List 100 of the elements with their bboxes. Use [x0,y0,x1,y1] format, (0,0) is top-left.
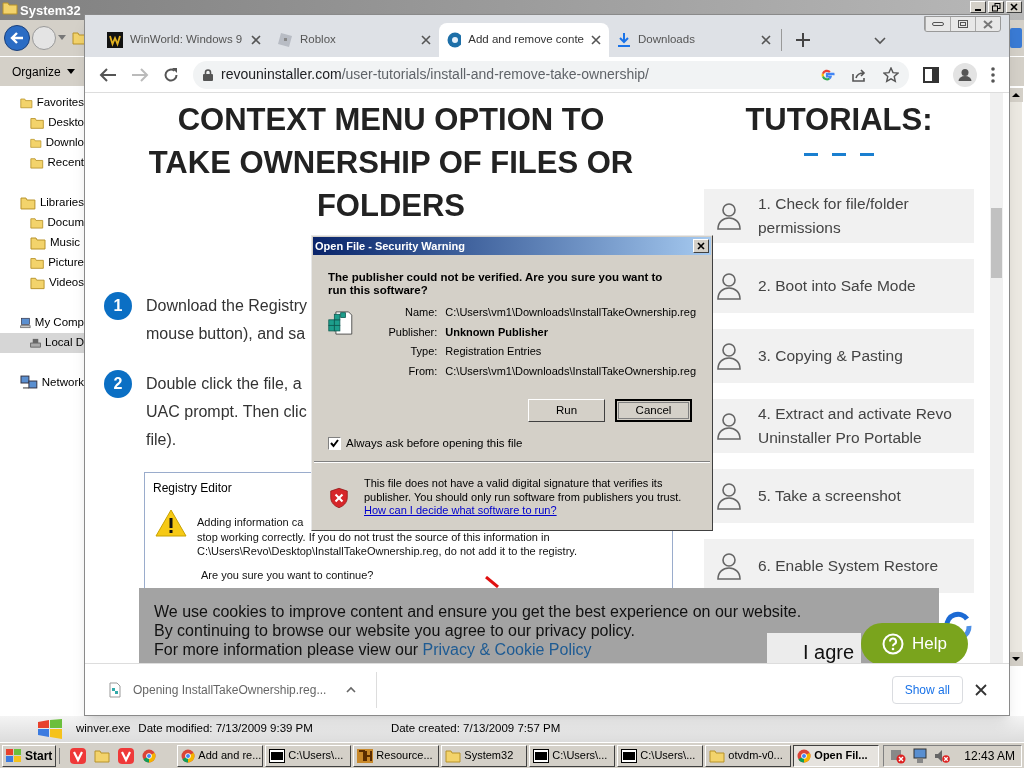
file-detail: Date created: 7/13/2009 7:57 PM [390,721,561,737]
folder-icon [30,116,45,130]
avatar-icon[interactable] [953,62,977,87]
taskbar-button[interactable]: Add and re... [177,744,264,767]
download-icon [617,32,631,48]
close-icon[interactable] [975,683,987,696]
agree-button[interactable]: I agre [767,633,861,663]
dialog-button[interactable]: Cancel [615,399,692,422]
tree-item[interactable]: Music [0,233,84,253]
step-number: 2 [104,370,132,398]
close-icon[interactable] [761,35,771,45]
site-logo-icon [447,32,462,48]
back-arrow-icon [10,32,24,44]
star-icon[interactable] [883,66,899,83]
taskbar-button[interactable]: System32 [441,744,528,767]
close-icon[interactable] [421,35,431,45]
address-bar[interactable]: revouninstaller.com/user-tutorials/install-and-remove-take-ownership/ [193,60,909,89]
restore-button[interactable] [988,1,1004,13]
back-button[interactable] [4,25,30,51]
chevron-up-icon[interactable] [346,686,357,693]
browser-icon[interactable] [118,747,135,764]
dialog-question: The publisher could not be verified. Are you sure you want to run this software? [328,271,664,297]
folder-icon [30,276,46,290]
folder-icon [30,236,46,250]
browser-tab[interactable]: Downloads [609,23,779,57]
article-heading: TAKE OWNERSHIP OF FILES OR [148,144,634,182]
file-icon [107,681,123,698]
close-icon [983,19,993,29]
windows-logo-icon [36,719,64,739]
share-icon[interactable] [851,66,867,83]
browser-icon[interactable] [70,747,87,764]
person-icon [716,552,742,580]
computer-icon [20,315,31,331]
tutorial-link[interactable]: 6. Enable System Restore [704,539,974,593]
site-logo-icon [277,32,293,48]
back-arrow-icon[interactable] [99,67,117,82]
start-button[interactable]: Start [2,744,57,767]
site-logo-icon [107,32,123,48]
tree-item[interactable]: Libraries [0,193,84,213]
field-label: Publisher: [387,324,438,340]
taskbar-button[interactable]: C:\Users\... [265,744,352,767]
dialog-button[interactable]: Run [528,399,605,422]
field-value: Registration Entries [445,344,543,359]
side-panel-icon[interactable] [923,66,939,83]
taskbar-button[interactable]: Resource... [353,744,440,767]
show-all-button[interactable]: Show all [891,675,963,704]
monitor-icon[interactable] [912,747,929,764]
close-icon[interactable] [251,35,261,45]
help-link[interactable]: How can I decide what software to run? [364,504,694,518]
file-name: winver.exe [76,721,131,737]
reload-icon[interactable] [163,66,179,83]
chrome-logo-icon [797,748,812,763]
folder-icon [30,256,45,270]
tree-item[interactable]: Videos [0,273,84,293]
dialog-title: Registry Editor [153,480,232,497]
folder-icon [30,136,42,150]
sidebar-heading: TUTORIALS: [745,101,933,139]
tree-item[interactable]: Local D [0,333,84,353]
browser-tab[interactable]: Add and remove conte [439,23,609,57]
folder-icon [30,156,44,170]
organize-menu[interactable]: Organize [12,62,75,81]
chevron-down-icon[interactable] [874,37,886,45]
clock: 12:43 AM [964,747,1015,765]
step-text: UAC prompt. Then clic [146,402,307,422]
tree-item[interactable]: Downlo [0,133,84,153]
taskbar-button[interactable]: C:\Users\... [617,744,704,767]
folder-icon [709,748,726,763]
tree-item[interactable]: Docum [0,213,84,233]
folder-icon [20,96,33,110]
step-text: Double click the file, a [146,374,303,394]
article-heading: CONTEXT MENU OPTION TO [177,101,605,139]
chrome-logo-icon [181,748,196,763]
taskbar-button[interactable]: Open Fil... [793,744,880,767]
download-item[interactable]: Opening InstallTakeOwnership.reg... [107,671,377,708]
dialog-message-line: C:\Users\Revo\Desktop\InstallTakeOwnership.reg, do not add it to the registry. [197,544,578,559]
chrome-logo-icon[interactable] [142,748,157,763]
caret-icon [66,69,75,74]
taskbar-button[interactable]: otvdm-v0... [705,744,792,767]
new-tab-icon[interactable] [796,33,810,47]
person-icon [716,482,742,510]
tree-item[interactable]: Network [0,373,84,393]
tree-item[interactable]: Favorites [0,93,84,113]
dropdown-icon[interactable] [58,35,66,41]
scrollbar[interactable] [990,93,1003,663]
tree-item[interactable]: Deskto [0,113,84,133]
folder-icon [20,196,36,210]
tree-item[interactable]: Recent [0,153,84,173]
tree-item[interactable]: Picture [0,253,84,273]
close-icon[interactable] [591,35,601,45]
network-error-icon[interactable] [890,747,907,764]
browser-tab[interactable]: Roblox [269,23,439,57]
taskbar-button[interactable]: C:\Users\... [529,744,616,767]
menu-icon[interactable] [991,66,995,83]
scrollbar-thumb[interactable] [991,208,1002,278]
resource-icon [357,748,374,763]
folder-icon [445,748,462,763]
browser-tab[interactable]: WinWorld: Windows 9 [99,23,269,57]
tutorial-link[interactable]: 1. Check for file/folder permissions [704,189,974,243]
tree-item[interactable]: My Comp [0,313,84,333]
checkbox[interactable] [328,437,341,451]
